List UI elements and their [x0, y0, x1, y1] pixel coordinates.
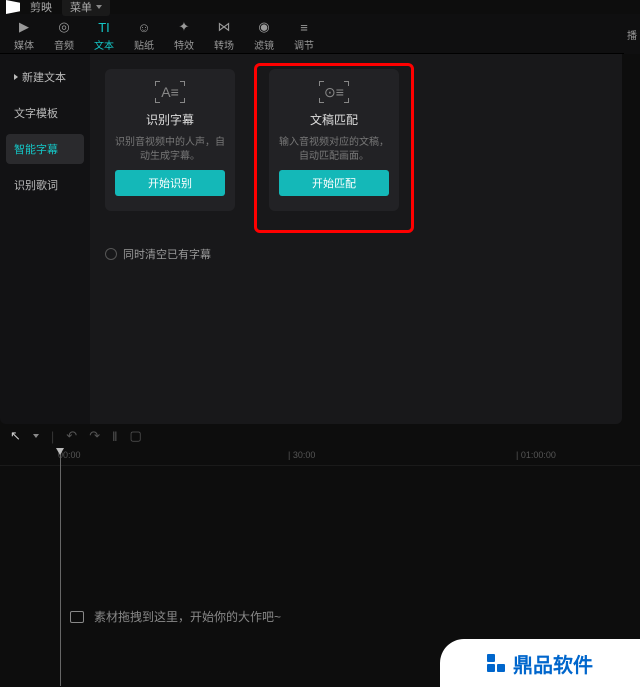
tab-sticker[interactable]: ☺ 贴纸 [134, 19, 154, 52]
match-icon: ⊙≡ [319, 81, 349, 103]
timeline-toolbar: ↖ | ↶ ↷ ‖ ▢ [0, 424, 640, 448]
highlight-box: ⊙≡ 文稿匹配 输入音视频对应的文稿，自动匹配画面。 开始匹配 [254, 63, 414, 233]
adjust-icon: ≡ [296, 19, 312, 35]
clear-subtitle-checkbox[interactable]: 同时清空已有字幕 [102, 246, 610, 262]
tab-text[interactable]: TI 文本 [94, 19, 114, 52]
tick-2: | 01:00:00 [516, 450, 556, 460]
card-recognize-subtitle: A≡ 识别字幕 识别音视频中的人声，自动生成字幕。 开始识别 [105, 69, 235, 211]
checkbox-label: 同时清空已有字幕 [123, 246, 211, 262]
card-row: A≡ 识别字幕 识别音视频中的人声，自动生成字幕。 开始识别 ⊙≡ 文稿匹配 输… [102, 66, 610, 236]
delete-icon[interactable]: ▢ [129, 428, 141, 444]
split-icon[interactable]: ‖ [112, 429, 117, 444]
start-recognize-button[interactable]: 开始识别 [115, 170, 225, 196]
filter-icon: ◉ [256, 19, 272, 35]
tab-transition[interactable]: ⋈ 转场 [214, 19, 234, 52]
tab-label: 滤镜 [254, 37, 274, 52]
start-match-button[interactable]: 开始匹配 [279, 170, 389, 196]
sidebar: 新建文本 文字模板 智能字幕 识别歌词 [0, 54, 90, 424]
playhead[interactable] [60, 448, 61, 686]
chevron-down-icon[interactable] [33, 434, 39, 438]
audio-icon: ◎ [56, 19, 72, 35]
sticker-icon: ☺ [136, 19, 152, 35]
watermark-text: 鼎品软件 [513, 649, 593, 678]
recognize-icon: A≡ [155, 81, 185, 103]
app-name: 剪映 [30, 0, 52, 15]
card-title: 识别字幕 [146, 111, 194, 128]
sidebar-item-text-template[interactable]: 文字模板 [6, 98, 84, 128]
tab-overflow[interactable]: 播 [624, 14, 640, 54]
card-desc: 输入音视频对应的文稿，自动匹配画面。 [279, 136, 389, 162]
film-icon [70, 611, 84, 623]
redo-icon[interactable]: ↷ [89, 428, 100, 444]
content-panel: A≡ 识别字幕 识别音视频中的人声，自动生成字幕。 开始识别 ⊙≡ 文稿匹配 输… [90, 54, 622, 424]
tab-label: 转场 [214, 37, 234, 52]
sidebar-item-label: 新建文本 [22, 69, 66, 85]
effects-icon: ✦ [176, 19, 192, 35]
arrow-right-icon [14, 74, 18, 80]
separator: | [51, 429, 54, 444]
checkbox-icon [105, 248, 117, 260]
titlebar: 剪映 菜单 [0, 0, 640, 14]
card-title: 文稿匹配 [310, 111, 358, 128]
sidebar-item-label: 文字模板 [14, 105, 58, 121]
undo-icon[interactable]: ↶ [66, 428, 77, 444]
tab-effects[interactable]: ✦ 特效 [174, 19, 194, 52]
tab-filter[interactable]: ◉ 滤镜 [254, 19, 274, 52]
transition-icon: ⋈ [216, 19, 232, 35]
menu-button[interactable]: 菜单 [62, 0, 110, 16]
tab-adjust[interactable]: ≡ 调节 [294, 19, 314, 52]
text-icon: TI [96, 19, 112, 35]
sidebar-item-smart-subtitle[interactable]: 智能字幕 [6, 134, 84, 164]
sidebar-item-label: 识别歌词 [14, 177, 58, 193]
tab-label: 调节 [294, 37, 314, 52]
watermark: 鼎品软件 [440, 639, 640, 687]
workarea: 新建文本 文字模板 智能字幕 识别歌词 A≡ 识别字幕 识别音视频中的人声，自动… [0, 54, 640, 424]
tab-media[interactable]: ▶ 媒体 [14, 19, 34, 52]
sidebar-item-label: 智能字幕 [14, 141, 58, 157]
drop-hint-text: 素材拖拽到这里，开始你的大作吧~ [94, 608, 281, 625]
tab-label: 贴纸 [134, 37, 154, 52]
tab-audio[interactable]: ◎ 音频 [54, 19, 74, 52]
tab-label: 媒体 [14, 37, 34, 52]
tab-label: 文本 [94, 37, 114, 52]
sidebar-item-new-text[interactable]: 新建文本 [6, 62, 84, 92]
timeline-ruler: 00:00 | 30:00 | 01:00:00 [0, 448, 640, 466]
media-icon: ▶ [16, 19, 32, 35]
card-desc: 识别音视频中的人声，自动生成字幕。 [115, 136, 225, 162]
watermark-icon [487, 654, 505, 672]
card-script-match: ⊙≡ 文稿匹配 输入音视频对应的文稿，自动匹配画面。 开始匹配 [269, 69, 399, 211]
tab-label: 音频 [54, 37, 74, 52]
cursor-icon[interactable]: ↖ [10, 428, 21, 444]
menu-label: 菜单 [70, 0, 92, 15]
drop-hint: 素材拖拽到这里，开始你的大作吧~ [70, 608, 281, 625]
app-logo-icon [6, 0, 20, 14]
main-tabbar: ▶ 媒体 ◎ 音频 TI 文本 ☺ 贴纸 ✦ 特效 ⋈ 转场 ◉ 滤镜 ≡ 调节 [0, 14, 640, 54]
tab-label: 特效 [174, 37, 194, 52]
sidebar-item-recognize-lyrics[interactable]: 识别歌词 [6, 170, 84, 200]
tick-1: | 30:00 [288, 450, 315, 460]
chevron-down-icon [96, 5, 102, 9]
